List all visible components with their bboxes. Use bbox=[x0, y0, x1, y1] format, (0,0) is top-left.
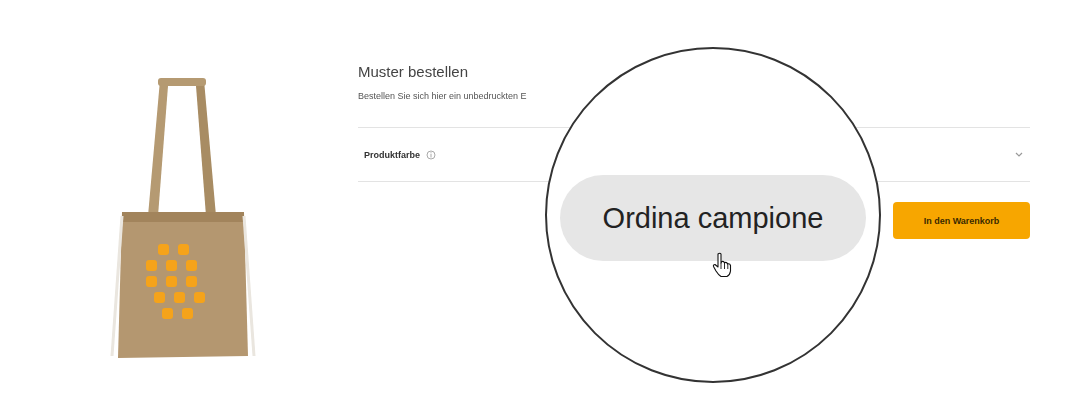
chevron-down-icon bbox=[1014, 151, 1024, 159]
product-image-area bbox=[0, 0, 358, 414]
product-photo bbox=[108, 76, 258, 368]
info-icon bbox=[426, 150, 436, 160]
add-to-cart-button[interactable]: In den Warenkorb bbox=[893, 202, 1030, 239]
product-page: Muster bestellenBestellen Sie sich hier … bbox=[0, 0, 1088, 414]
order-sample-button[interactable]: Ordina campione bbox=[560, 175, 866, 261]
option-label: Produktfarbe bbox=[364, 150, 420, 160]
hand-cursor-icon bbox=[711, 252, 733, 278]
option-label-group: Produktfarbe bbox=[364, 150, 436, 160]
magnifier: Ordina campione bbox=[545, 47, 881, 383]
